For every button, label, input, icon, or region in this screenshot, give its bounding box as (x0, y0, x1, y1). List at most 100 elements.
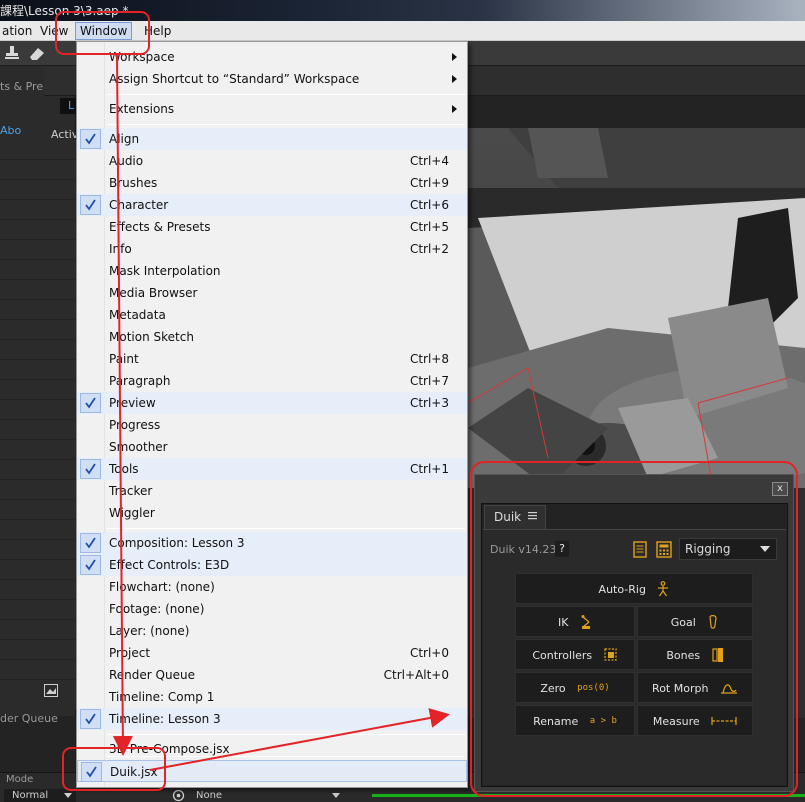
about-link[interactable]: Abo (0, 124, 21, 137)
left-panel-list (0, 140, 76, 680)
menu-item-wiggler[interactable]: Wiggler (77, 502, 467, 524)
menu-item-mask-interpolation[interactable]: Mask Interpolation (77, 260, 467, 282)
menu-item-shortcut: Ctrl+6 (409, 198, 449, 212)
menu-item-shortcut: Ctrl+7 (409, 374, 449, 388)
checkmark-icon (80, 459, 101, 479)
menu-item-timeline-comp-1[interactable]: Timeline: Comp 1 (77, 686, 467, 708)
menu-item-label: Media Browser (109, 286, 198, 300)
menu-item-motion-sketch[interactable]: Motion Sketch (77, 326, 467, 348)
menu-item-shortcut: Ctrl+4 (409, 154, 449, 168)
menu-item-label: Extensions (109, 102, 175, 116)
menu-item-label: Mask Interpolation (109, 264, 221, 278)
menu-item-label: Character (109, 198, 169, 212)
menu-item-assign-shortcut-to-standard-workspace[interactable]: Assign Shortcut to “Standard” Workspace (77, 68, 467, 90)
menu-item-flowchart-none[interactable]: Flowchart: (none) (77, 576, 467, 598)
menu-item-label: Metadata (109, 308, 166, 322)
menu-item-shortcut: Ctrl+8 (409, 352, 449, 366)
blend-mode-value: Normal (12, 790, 49, 801)
menu-separator (107, 528, 465, 529)
left-panel-footer (0, 680, 76, 710)
menu-item-label: Assign Shortcut to “Standard” Workspace (109, 72, 360, 86)
menu-item-effect-controls-e3d[interactable]: Effect Controls: E3D (77, 554, 467, 576)
annotation-duik-panel-highlight (470, 461, 798, 797)
parent-value: None (196, 790, 223, 801)
menu-item-label: Tracker (109, 484, 153, 498)
menu-item-label: Effects & Presets (109, 220, 211, 234)
active-camera-label: Activ (51, 128, 79, 141)
chevron-down-icon (332, 793, 340, 798)
menu-item-label: Composition: Lesson 3 (109, 536, 245, 550)
checkmark-icon (80, 195, 101, 215)
mode-column-label: Mode (6, 774, 34, 785)
menu-item-audio[interactable]: Audio Ctrl+4 (77, 150, 467, 172)
menu-item-label: Motion Sketch (109, 330, 194, 344)
menu-item-tools[interactable]: Tools Ctrl+1 (77, 458, 467, 480)
menu-item-label: Render Queue (109, 668, 195, 682)
eraser-tool-icon[interactable] (28, 45, 46, 61)
menu-item-shortcut: Ctrl+2 (409, 242, 449, 256)
parent-select[interactable]: None (190, 789, 342, 802)
menu-item-render-queue[interactable]: Render Queue Ctrl+Alt+0 (77, 664, 467, 686)
checkmark-icon (80, 129, 101, 149)
checkmark-icon (80, 709, 101, 729)
chevron-down-icon (64, 793, 72, 798)
menu-item-brushes[interactable]: Brushes Ctrl+9 (77, 172, 467, 194)
menu-animation[interactable]: ation (0, 22, 34, 40)
menu-item-shortcut: Ctrl+5 (409, 220, 449, 234)
menu-item-label: Effect Controls: E3D (109, 558, 230, 572)
menu-item-shortcut: Ctrl+3 (409, 396, 449, 410)
menu-item-info[interactable]: Info Ctrl+2 (77, 238, 467, 260)
menu-item-shortcut: Ctrl+0 (409, 646, 449, 660)
menu-item-label: Align (109, 132, 140, 146)
blend-mode-select[interactable]: Normal (4, 789, 76, 802)
image-icon[interactable] (44, 684, 58, 697)
checkmark-icon (80, 555, 101, 575)
submenu-arrow-icon (452, 75, 457, 83)
menu-item-smoother[interactable]: Smoother (77, 436, 467, 458)
menu-item-paint[interactable]: Paint Ctrl+8 (77, 348, 467, 370)
menu-item-extensions[interactable]: Extensions (77, 98, 467, 120)
menu-item-paragraph[interactable]: Paragraph Ctrl+7 (77, 370, 467, 392)
checkmark-icon (80, 393, 101, 413)
menu-item-footage-none[interactable]: Footage: (none) (77, 598, 467, 620)
annotation-window-menu-highlight (55, 11, 150, 55)
submenu-arrow-icon (452, 105, 457, 113)
parent-pickwhip-icon[interactable] (172, 789, 185, 802)
menu-item-label: Preview (109, 396, 156, 410)
menu-item-label: Project (109, 646, 151, 660)
menu-item-timeline-lesson-3[interactable]: Timeline: Lesson 3 (77, 708, 467, 730)
menu-item-label: Paragraph (109, 374, 171, 388)
menu-item-shortcut: Ctrl+9 (409, 176, 449, 190)
menu-item-project[interactable]: Project Ctrl+0 (77, 642, 467, 664)
menu-separator (107, 124, 465, 125)
stamp-tool-icon[interactable] (4, 45, 20, 61)
menu-item-media-browser[interactable]: Media Browser (77, 282, 467, 304)
submenu-arrow-icon (452, 53, 457, 61)
menu-item-label: Brushes (109, 176, 158, 190)
menu-item-label: Info (109, 242, 132, 256)
menu-item-label: Footage: (none) (109, 602, 205, 616)
menu-item-label: Progress (109, 418, 161, 432)
menu-item-progress[interactable]: Progress (77, 414, 467, 436)
menu-item-metadata[interactable]: Metadata (77, 304, 467, 326)
annotation-duik-item-highlight (62, 747, 166, 791)
menu-item-label: Smoother (109, 440, 168, 454)
menu-item-character[interactable]: Character Ctrl+6 (77, 194, 467, 216)
menu-item-align[interactable]: Align (77, 128, 467, 150)
menu-item-shortcut: Ctrl+1 (409, 462, 449, 476)
menu-item-label: Timeline: Lesson 3 (109, 712, 221, 726)
menu-item-preview[interactable]: Preview Ctrl+3 (77, 392, 467, 414)
checkmark-icon (80, 533, 101, 553)
menu-item-layer-none[interactable]: Layer: (none) (77, 620, 467, 642)
menu-separator (107, 94, 465, 95)
menu-item-effects-presets[interactable]: Effects & Presets Ctrl+5 (77, 216, 467, 238)
menu-item-label: Paint (109, 352, 139, 366)
menu-item-composition-lesson-3[interactable]: Composition: Lesson 3 (77, 532, 467, 554)
window-menu: Workspace Assign Shortcut to “Standard” W… (76, 41, 468, 788)
menu-item-tracker[interactable]: Tracker (77, 480, 467, 502)
menu-item-label: Flowchart: (none) (109, 580, 215, 594)
menu-separator (107, 734, 465, 735)
menu-item-shortcut: Ctrl+Alt+0 (383, 668, 449, 682)
render-queue-tab[interactable]: der Queue (0, 712, 58, 725)
effects-presets-tab[interactable]: ts & Pre (0, 80, 43, 93)
